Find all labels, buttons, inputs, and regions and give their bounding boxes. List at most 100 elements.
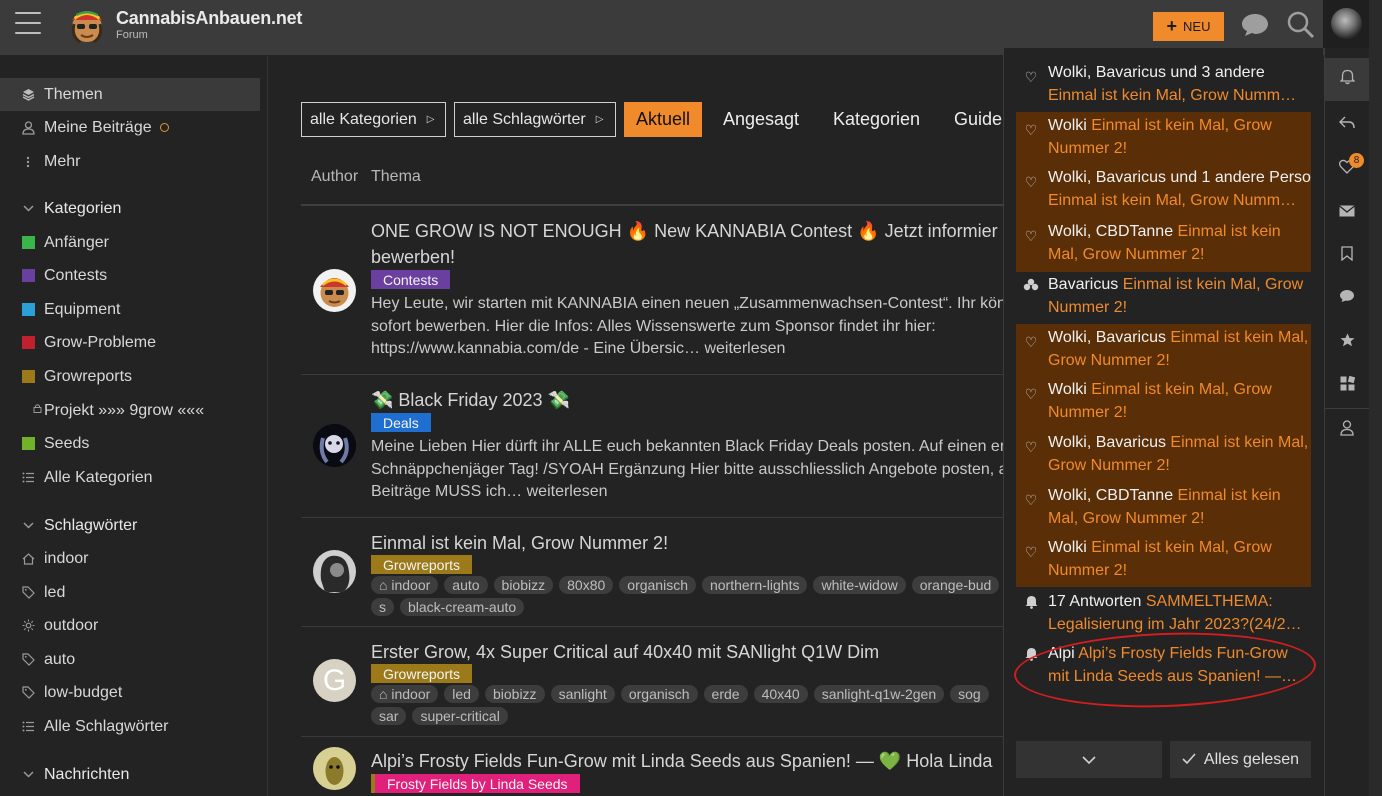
sidebar-section-nachrichten[interactable]: Nachrichten xyxy=(0,758,260,791)
rail-notifications-tab[interactable] xyxy=(1325,58,1369,101)
topic-title-link[interactable]: Alpi’s Frosty Fields Fun-Grow mit Linda … xyxy=(371,751,992,772)
tag-chip[interactable]: led xyxy=(444,685,479,703)
topic-title-link[interactable]: ONE GROW IS NOT ENOUGH 🔥 New KANNABIA Co… xyxy=(371,221,998,242)
category-badge[interactable]: Contests xyxy=(371,270,451,289)
category-label: Contests xyxy=(44,266,108,284)
sidebar-category-seeds[interactable]: Seeds xyxy=(0,427,260,460)
sidebar-item-themen[interactable]: Themen xyxy=(0,78,260,111)
tag-chip[interactable]: white-widow xyxy=(813,576,906,594)
notification-item[interactable]: ♡ Wolki, CBDTanne Einmal ist kein Mal, G… xyxy=(1016,482,1311,534)
tag-chip[interactable]: s xyxy=(371,598,394,616)
sidebar-section-schlagwoerter[interactable]: Schlagwörter xyxy=(0,509,260,542)
author-avatar[interactable]: G xyxy=(313,659,356,702)
notification-item[interactable]: Bavaricus Einmal ist kein Mal, Grow Numm… xyxy=(1016,274,1311,322)
site-logo-icon[interactable] xyxy=(66,4,108,46)
sidebar-category-equipment[interactable]: Equipment xyxy=(0,293,260,326)
tag-chip[interactable]: biobizz xyxy=(493,576,554,594)
notification-item[interactable]: 17 Antworten SAMMELTHEMA: Legalisierung … xyxy=(1016,591,1311,639)
hamburger-menu-icon[interactable] xyxy=(15,12,41,34)
show-more-button[interactable] xyxy=(1016,741,1162,778)
notification-item[interactable]: ♡ Wolki, Bavaricus und 3 andere Einmal i… xyxy=(1016,62,1311,109)
topic-title-link[interactable]: Erster Grow, 4x Super Critical auf 40x40… xyxy=(371,642,879,663)
column-header-topic[interactable]: Thema xyxy=(371,168,421,186)
tag-chip[interactable]: black-cream-auto xyxy=(400,598,525,616)
rail-profile-tab[interactable] xyxy=(1325,409,1369,452)
rail-assigned-tab[interactable] xyxy=(1325,364,1369,407)
section-title: Nachrichten xyxy=(44,765,130,783)
topic-title-link[interactable]: 💸 Black Friday 2023 💸 xyxy=(371,390,570,411)
author-avatar[interactable] xyxy=(313,269,356,312)
search-icon[interactable] xyxy=(1286,10,1316,45)
sidebar-item-mehr[interactable]: Mehr xyxy=(0,145,260,178)
chat-icon[interactable] xyxy=(1240,12,1270,43)
tag-chip[interactable]: sog xyxy=(950,685,989,703)
sidebar-tag-indoor[interactable]: indoor xyxy=(0,542,260,575)
tag-filter-dropdown[interactable]: alle Schlagwörter ▷ xyxy=(454,102,616,137)
notification-item[interactable]: ♡ Wolki, Bavaricus und 1 andere Perso Ei… xyxy=(1016,164,1311,216)
category-badge[interactable]: Growreports xyxy=(371,555,473,574)
author-avatar[interactable] xyxy=(313,424,356,467)
rail-badges-tab[interactable] xyxy=(1325,321,1369,364)
rail-replies-tab[interactable] xyxy=(1325,103,1369,146)
notification-item[interactable]: ♡ Wolki, Bavaricus Einmal ist kein Mal, … xyxy=(1016,324,1311,376)
category-filter-dropdown[interactable]: alle Kategorien ▷ xyxy=(301,102,446,137)
topic-title-link-cont[interactable]: bewerben! xyxy=(371,247,455,268)
page-scrollbar[interactable] xyxy=(1369,0,1382,796)
tag-chip[interactable]: organisch xyxy=(619,576,696,594)
sidebar-category-contests[interactable]: Contests xyxy=(0,259,260,292)
new-topic-button[interactable]: + NEU xyxy=(1153,12,1224,41)
sidebar-category-growreports[interactable]: Growreports xyxy=(0,360,260,393)
notification-item[interactable]: ♡ Wolki Einmal ist kein Mal, Grow Nummer… xyxy=(1016,534,1311,587)
tag-chip[interactable]: ⌂ indoor xyxy=(371,576,439,594)
user-menu-button[interactable] xyxy=(1323,0,1369,48)
site-title[interactable]: CannabisAnbauen.net xyxy=(116,8,302,29)
tab-kategorien[interactable]: Kategorien xyxy=(833,102,920,137)
category-badge[interactable]: Deals xyxy=(371,413,431,432)
tag-chip[interactable]: orange-bud xyxy=(911,576,1000,594)
sidebar-tag-led[interactable]: led xyxy=(0,576,260,609)
tag-chip[interactable]: northern-lights xyxy=(701,576,808,594)
list-icon xyxy=(0,472,44,483)
sidebar-all-categories[interactable]: Alle Kategorien xyxy=(0,461,260,494)
sidebar-category-anfaenger[interactable]: Anfänger xyxy=(0,226,260,259)
notification-item[interactable]: Alpi Alpi’s Frosty Fields Fun-Grow mit L… xyxy=(1016,643,1311,691)
tag-chip[interactable]: auto xyxy=(444,576,488,594)
sidebar-section-kategorien[interactable]: Kategorien xyxy=(0,192,260,225)
tab-angesagt[interactable]: Angesagt xyxy=(723,102,799,137)
rail-bookmarks-tab[interactable] xyxy=(1325,234,1369,277)
notification-item[interactable]: ♡ Wolki Einmal ist kein Mal, Grow Nummer… xyxy=(1016,112,1311,164)
sidebar-category-grow-probleme[interactable]: Grow-Probleme xyxy=(0,326,260,359)
notification-user: Wolki xyxy=(1048,117,1087,134)
notification-item[interactable]: ♡ Wolki, CBDTanne Einmal ist kein Mal, G… xyxy=(1016,216,1311,272)
author-avatar[interactable] xyxy=(313,550,356,593)
notification-item[interactable]: ♡ Wolki Einmal ist kein Mal, Grow Nummer… xyxy=(1016,376,1311,429)
category-badge[interactable]: Frosty Fields by Linda Seeds xyxy=(371,774,580,793)
rail-messages-tab[interactable] xyxy=(1325,191,1369,234)
tab-guide[interactable]: Guide xyxy=(954,102,1002,137)
tag-chip[interactable]: organisch xyxy=(620,685,698,703)
tag-chip[interactable]: sar xyxy=(371,707,407,725)
sidebar-tag-low-budget[interactable]: low-budget xyxy=(0,676,260,709)
rail-likes-tab[interactable]: 8 xyxy=(1325,147,1369,190)
sidebar-category-projekt[interactable]: Projekt »»» 9grow ««« xyxy=(0,394,260,427)
tag-chip[interactable]: sanlight-q1w-2gen xyxy=(813,685,945,703)
column-header-author[interactable]: Author xyxy=(311,168,358,186)
notification-item[interactable]: ♡ Wolki, Bavaricus Einmal ist kein Mal, … xyxy=(1016,429,1311,482)
sidebar-tag-outdoor[interactable]: outdoor xyxy=(0,609,260,642)
tag-chip[interactable]: sanlight xyxy=(550,685,615,703)
category-badge[interactable]: Growreports xyxy=(371,664,473,683)
mark-all-read-button[interactable]: Alles gelesen xyxy=(1170,741,1311,778)
tab-aktuell[interactable]: Aktuell xyxy=(624,102,703,137)
sidebar-all-tags[interactable]: Alle Schlagwörter xyxy=(0,710,260,743)
tag-chip[interactable]: super-critical xyxy=(412,707,508,725)
topic-title-link[interactable]: Einmal ist kein Mal, Grow Nummer 2! xyxy=(371,533,668,554)
tag-chip[interactable]: biobizz xyxy=(484,685,545,703)
author-avatar[interactable] xyxy=(313,747,356,790)
sidebar-item-meine-beitraege[interactable]: Meine Beiträge xyxy=(0,111,260,144)
tag-chip[interactable]: 80x80 xyxy=(559,576,614,594)
tag-chip[interactable]: 40x40 xyxy=(753,685,808,703)
rail-chat-tab[interactable] xyxy=(1325,277,1369,320)
tag-chip[interactable]: ⌂ indoor xyxy=(371,685,439,703)
sidebar-tag-auto[interactable]: auto xyxy=(0,643,260,676)
tag-chip[interactable]: erde xyxy=(703,685,748,703)
